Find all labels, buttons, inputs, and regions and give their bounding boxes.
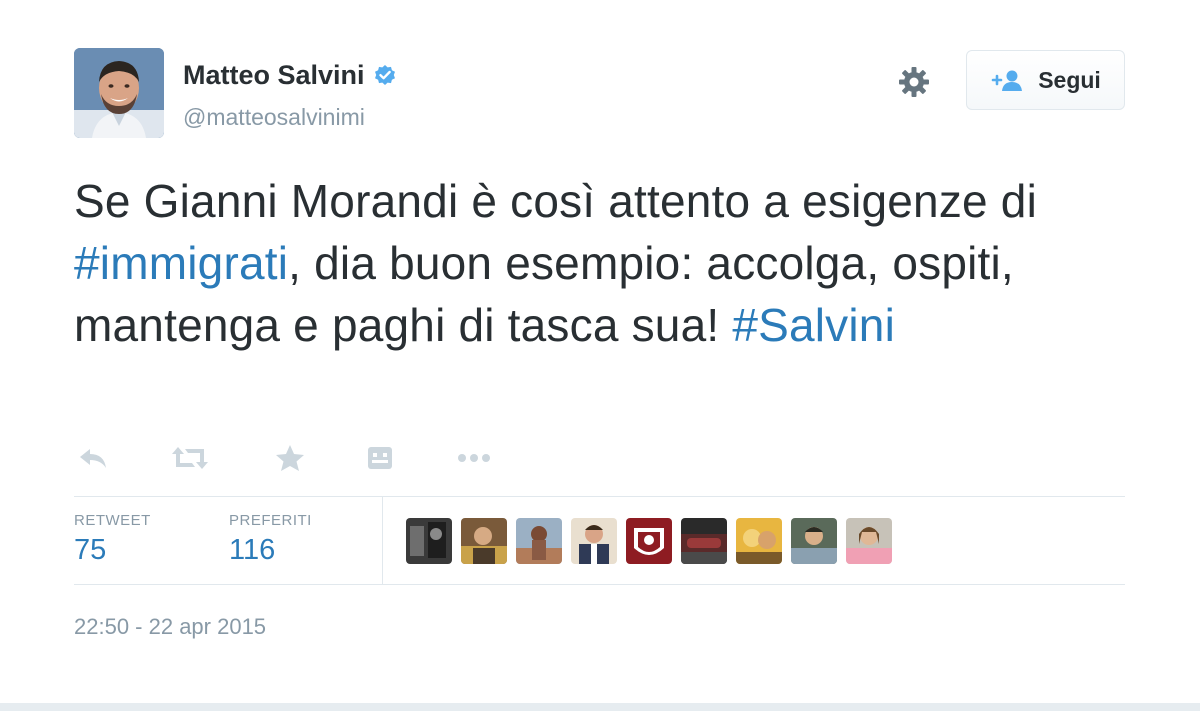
tweet-card: Matteo Salvini @matteosalvinimi Segui Se… [0,0,1200,711]
retweet-icon[interactable] [170,440,210,476]
gear-icon[interactable] [896,64,932,100]
retweets-count[interactable]: 75 [74,534,106,567]
divider [74,584,1125,585]
follow-user-icon [990,69,1024,91]
hashtag-link[interactable]: #Salvini [732,299,895,351]
tweet-text: Se Gianni Morandi è così attento a esige… [74,170,1144,356]
favoriter-avatar[interactable] [736,518,782,564]
follow-button[interactable]: Segui [966,50,1125,110]
favorite-icon[interactable] [270,440,310,476]
tweet-text-segment: Se Gianni Morandi è così attento a esige… [74,175,1038,227]
retweets-label: RETWEET [74,512,151,529]
card-bottom-border [0,703,1200,711]
stats-divider [382,497,383,585]
favoriters-list [406,518,901,564]
favorites-count[interactable]: 116 [229,534,275,567]
display-name-text: Matteo Salvini [183,60,365,90]
verified-badge-icon [373,64,397,88]
user-handle[interactable]: @matteosalvinimi [183,104,365,131]
display-name[interactable]: Matteo Salvini [183,60,397,91]
favoriter-avatar[interactable] [791,518,837,564]
card-icon[interactable] [360,440,400,476]
favorites-label: PREFERITI [229,512,312,529]
follow-button-label: Segui [1038,66,1101,93]
reply-icon[interactable] [74,440,114,476]
favoriter-avatar[interactable] [626,518,672,564]
more-icon[interactable] [454,440,494,476]
favoriter-avatar[interactable] [461,518,507,564]
favoriter-avatar[interactable] [846,518,892,564]
favoriter-avatar[interactable] [516,518,562,564]
avatar[interactable] [74,48,164,138]
favoriter-avatar[interactable] [681,518,727,564]
tweet-timestamp[interactable]: 22:50 - 22 apr 2015 [74,614,266,640]
favoriter-avatar[interactable] [406,518,452,564]
hashtag-link[interactable]: #immigrati [74,237,288,289]
favoriter-avatar[interactable] [571,518,617,564]
divider [74,496,1125,497]
